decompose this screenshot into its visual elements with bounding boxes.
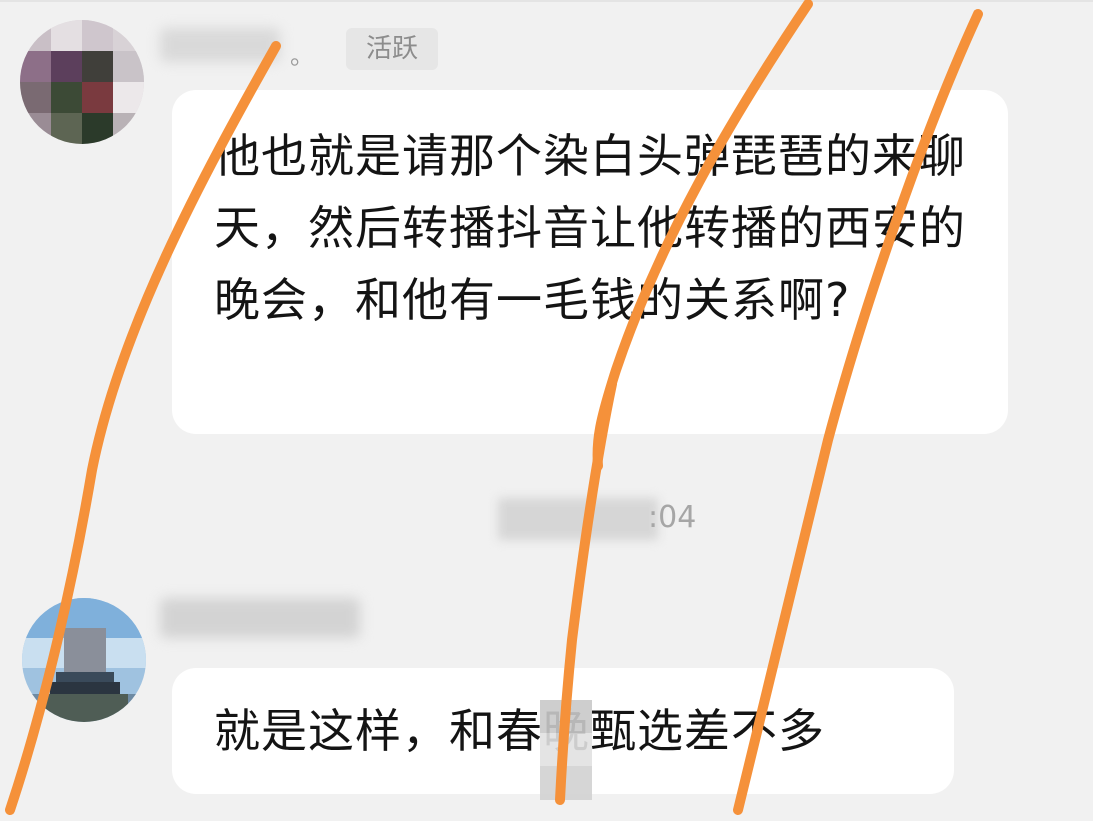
message-text: 他也就是请那个染白头弹琵琶的来聊天，然后转播抖音让他转播的西安的晚会，和他有一毛… [214, 129, 966, 327]
timestamp-text: :04 [648, 500, 697, 535]
sender-avatar[interactable] [22, 598, 146, 722]
activity-badge: 活跃 [346, 28, 438, 70]
timestamp: :04 [498, 498, 718, 540]
sender-name-tail: 。 [290, 42, 314, 70]
timestamp-redacted [498, 498, 658, 540]
avatar-icon [20, 20, 144, 144]
message-bubble[interactable]: 他也就是请那个染白头弹琵琶的来聊天，然后转播抖音让他转播的西安的晚会，和他有一毛… [172, 90, 1008, 434]
sender-name-redacted [160, 28, 280, 62]
sender-avatar[interactable] [20, 20, 144, 144]
avatar-icon [22, 598, 146, 722]
top-divider [0, 0, 1093, 2]
redaction-mosaic [540, 700, 592, 800]
sender-name-redacted [160, 598, 360, 638]
